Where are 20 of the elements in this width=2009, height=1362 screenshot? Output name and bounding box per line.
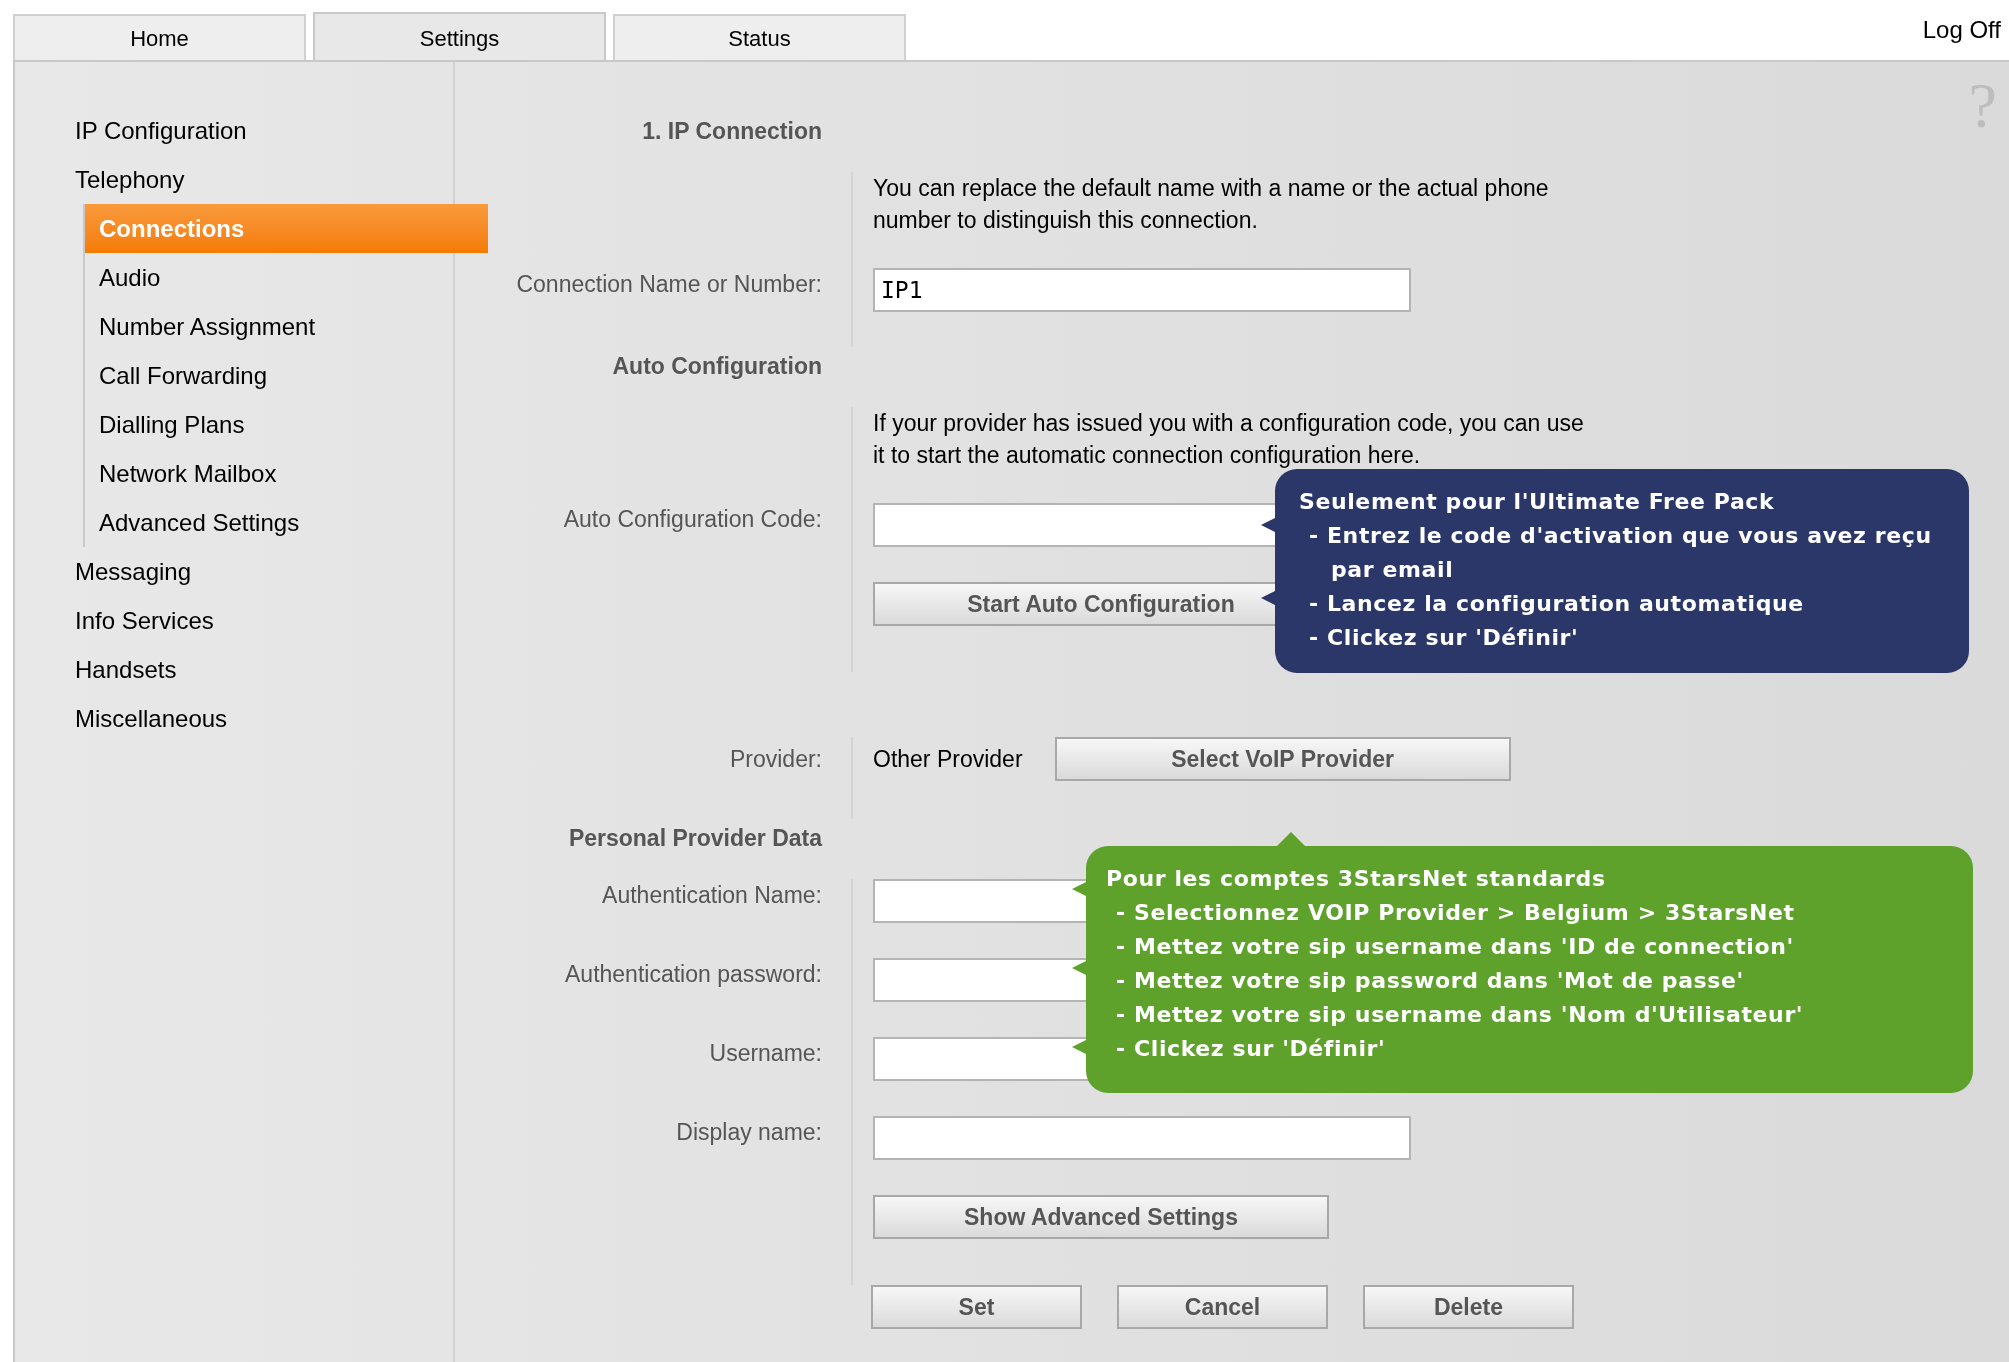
callout-step: - Selectionnez VOIP Provider > Belgium > 3StarsNet <box>1106 896 1973 930</box>
description-text: If your provider has issued you with a configuration code, you can use it to start the automatic connection configuration here. <box>873 409 1585 470</box>
section-heading: Auto Configuration <box>612 352 822 381</box>
field-label: Authentication password: <box>565 960 822 989</box>
field-label: Authentication Name: <box>602 881 822 910</box>
callout-title: Seulement pour l'Ultimate Free Pack <box>1299 488 1776 516</box>
section-heading: 1. IP Connection <box>642 117 822 146</box>
field-label: Username: <box>709 1039 822 1068</box>
callout-step: - Clickez sur 'Définir' <box>1106 1032 1973 1066</box>
field-label: Auto Configuration Code: <box>563 505 822 534</box>
description-text: You can replace the default name with a name or the actual phone number to distinguish this connection. <box>873 174 1550 235</box>
field-label: Provider: <box>729 745 822 774</box>
section-heading: Personal Provider Data <box>568 824 822 853</box>
provider-value: Other Provider <box>873 745 1023 774</box>
field-label: Connection Name or Number: <box>516 270 822 299</box>
field-label: Display name: <box>676 1118 822 1147</box>
callout-step: - Mettez votre sip username dans 'Nom d'Utilisateur' <box>1106 998 1973 1032</box>
callout-title: Pour les comptes 3StarsNet standards <box>1106 865 1607 893</box>
callout-step: - Mettez votre sip password dans 'Mot de passe' <box>1106 964 1973 998</box>
callout-step: - Mettez votre sip username dans 'ID de connection' <box>1106 930 1973 964</box>
